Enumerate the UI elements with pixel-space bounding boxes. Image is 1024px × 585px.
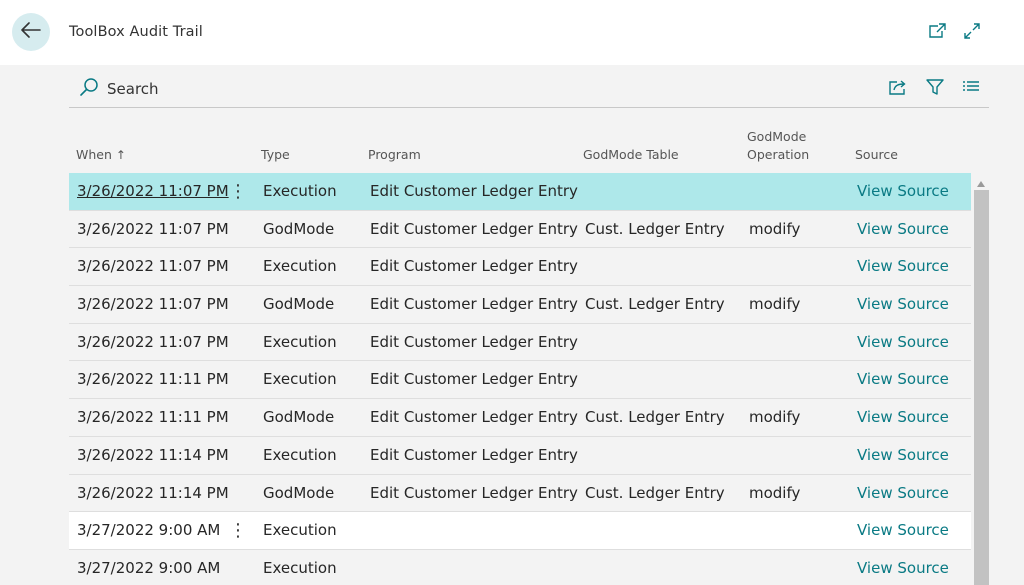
open-in-new-window-icon	[927, 22, 947, 44]
cell-when: 3/26/2022 11:07 PM	[77, 257, 229, 276]
cell-godmode-table: Cust. Ledger Entry	[585, 483, 725, 502]
cell-program: Edit Customer Ledger Entry	[370, 332, 578, 351]
cell-when: 3/26/2022 11:11 PM	[77, 408, 229, 427]
cell-type: Execution	[263, 521, 337, 540]
back-button[interactable]	[12, 13, 50, 51]
cell-when: 3/27/2022 9:00 AM	[77, 558, 221, 577]
table-row[interactable]: 3/26/2022 11:07 PM GodMode Edit Customer…	[69, 210, 971, 249]
cell-when: 3/26/2022 11:14 PM	[77, 445, 229, 464]
cell-godmode-table: Cust. Ledger Entry	[585, 408, 725, 427]
caret-up-icon	[977, 172, 985, 191]
table-row[interactable]: 3/26/2022 11:14 PM GodMode Edit Customer…	[69, 474, 971, 513]
table-row[interactable]: 3/27/2022 9:00 AM ⋮ Execution View Sourc…	[69, 512, 971, 550]
table-row[interactable]: 3/26/2022 11:07 PM ⋮ Execution Edit Cust…	[69, 173, 971, 211]
cell-when[interactable]: 3/26/2022 11:07 PM	[77, 173, 229, 210]
filter-icon	[925, 77, 945, 101]
table-row[interactable]: 3/26/2022 11:07 PM Execution Edit Custom…	[69, 323, 971, 362]
cell-program: Edit Customer Ledger Entry	[370, 408, 578, 427]
search-label: Search	[107, 80, 159, 98]
view-source-link[interactable]: View Source	[857, 173, 949, 210]
filter-button[interactable]	[924, 78, 946, 100]
cell-godmode-operation: modify	[749, 483, 801, 502]
view-source-link[interactable]: View Source	[857, 248, 949, 285]
cell-program: Edit Customer Ledger Entry	[370, 295, 578, 314]
top-bar: ToolBox Audit Trail	[0, 0, 1024, 65]
view-source-link[interactable]: View Source	[857, 211, 949, 248]
cell-godmode-operation: modify	[749, 408, 801, 427]
cell-program: Edit Customer Ledger Entry	[370, 182, 578, 200]
cell-program: Edit Customer Ledger Entry	[370, 445, 578, 464]
table-header: When ↑ Type Program GodMode Table GodMod…	[69, 120, 971, 172]
column-header-when-label: When	[76, 147, 112, 162]
view-source-link[interactable]: View Source	[857, 475, 949, 512]
vertical-scrollbar[interactable]	[973, 172, 989, 585]
cell-when: 3/26/2022 11:07 PM	[77, 295, 229, 314]
list-view-button[interactable]	[960, 78, 982, 100]
view-source-link[interactable]: View Source	[857, 361, 949, 398]
share-icon	[888, 78, 908, 100]
cell-type: GodMode	[263, 408, 335, 427]
table-row[interactable]: 3/27/2022 9:00 AM Execution View Source	[69, 549, 971, 585]
cell-type: Execution	[263, 445, 337, 464]
share-button[interactable]	[887, 78, 909, 100]
sort-ascending-icon: ↑	[115, 148, 126, 162]
cell-type: Execution	[263, 332, 337, 351]
column-header-godmode-operation[interactable]: GodMode Operation	[747, 128, 809, 164]
cell-when: 3/26/2022 11:07 PM	[77, 332, 229, 351]
table-body: 3/26/2022 11:07 PM ⋮ Execution Edit Cust…	[69, 173, 971, 585]
expand-button[interactable]	[960, 21, 984, 45]
table-row[interactable]: 3/26/2022 11:11 PM GodMode Edit Customer…	[69, 399, 971, 437]
scroll-up-button[interactable]	[973, 172, 989, 190]
column-header-type[interactable]: Type	[261, 146, 290, 164]
search-button[interactable]: Search	[79, 78, 159, 100]
view-source-link[interactable]: View Source	[857, 286, 949, 323]
column-header-program[interactable]: Program	[368, 146, 421, 164]
cell-when: 3/27/2022 9:00 AM	[77, 521, 221, 540]
view-source-link[interactable]: View Source	[857, 437, 949, 474]
list-view-icon	[962, 79, 980, 99]
column-header-godmode-operation-line1: GodMode	[747, 129, 807, 144]
row-actions-ellipsis-icon[interactable]: ⋮	[229, 173, 247, 210]
page-title: ToolBox Audit Trail	[69, 24, 203, 40]
view-source-link[interactable]: View Source	[857, 324, 949, 361]
cell-program: Edit Customer Ledger Entry	[370, 219, 578, 238]
table-row[interactable]: 3/26/2022 11:11 PM Execution Edit Custom…	[69, 361, 971, 400]
cell-godmode-operation: modify	[749, 295, 801, 314]
view-source-link[interactable]: View Source	[857, 512, 949, 549]
cell-when: 3/26/2022 11:07 PM	[77, 219, 229, 238]
open-in-new-window-button[interactable]	[925, 21, 949, 45]
cell-type: Execution	[263, 558, 337, 577]
table-row[interactable]: 3/26/2022 11:07 PM Execution Edit Custom…	[69, 248, 971, 287]
search-icon	[79, 77, 99, 101]
view-source-link[interactable]: View Source	[857, 399, 949, 436]
table-row[interactable]: 3/26/2022 11:07 PM GodMode Edit Customer…	[69, 286, 971, 324]
column-header-when[interactable]: When ↑	[76, 146, 126, 164]
view-source-link[interactable]: View Source	[857, 550, 949, 585]
cell-type: Execution	[263, 257, 337, 276]
cell-type: Execution	[263, 370, 337, 389]
list-toolbar: Search	[69, 70, 989, 108]
column-header-source[interactable]: Source	[855, 146, 898, 164]
cell-when: 3/26/2022 11:11 PM	[77, 370, 229, 389]
table-row[interactable]: 3/26/2022 11:14 PM Execution Edit Custom…	[69, 436, 971, 475]
column-header-godmode-operation-line2: Operation	[747, 147, 810, 162]
cell-type: GodMode	[263, 219, 335, 238]
column-header-godmode-table[interactable]: GodMode Table	[583, 146, 679, 164]
cell-when: 3/26/2022 11:14 PM	[77, 483, 229, 502]
expand-icon	[962, 21, 982, 45]
cell-program: Edit Customer Ledger Entry	[370, 483, 578, 502]
cell-godmode-table: Cust. Ledger Entry	[585, 219, 725, 238]
cell-type: GodMode	[263, 295, 335, 314]
cell-godmode-table: Cust. Ledger Entry	[585, 295, 725, 314]
cell-godmode-operation: modify	[749, 219, 801, 238]
cell-type: GodMode	[263, 483, 335, 502]
cell-type: Execution	[263, 182, 337, 200]
row-actions-ellipsis-icon[interactable]: ⋮	[229, 512, 247, 549]
cell-program: Edit Customer Ledger Entry	[370, 257, 578, 276]
cell-program: Edit Customer Ledger Entry	[370, 370, 578, 389]
scrollbar-thumb[interactable]	[974, 190, 989, 585]
arrow-left-icon	[21, 22, 41, 42]
